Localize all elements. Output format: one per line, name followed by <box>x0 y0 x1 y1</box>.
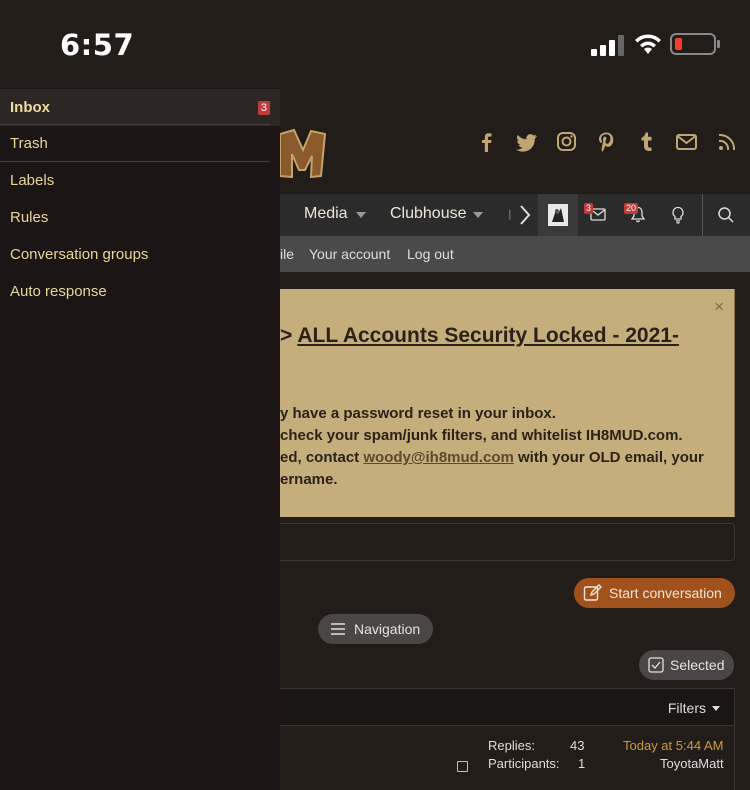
rss-icon[interactable] <box>714 130 750 154</box>
notice-line: check your spam/junk filters, and whitel… <box>280 427 683 444</box>
drawer-item-conversation-groups[interactable]: Conversation groups <box>0 236 280 273</box>
notice-line: ername. <box>280 471 338 488</box>
last-message-user[interactable]: ToyotaMatt <box>660 756 724 771</box>
pinterest-icon[interactable] <box>594 130 634 154</box>
social-links <box>474 130 750 154</box>
page: 6:57 Media Clubhouse 3 20 ile Your accou… <box>0 0 750 790</box>
battery-icon <box>670 33 720 55</box>
drawer-item-rules[interactable]: Rules <box>0 199 280 236</box>
instagram-icon[interactable] <box>554 130 594 154</box>
facebook-icon[interactable] <box>474 130 514 154</box>
conversations-drawer: Inbox 3 Trash Labels Rules Conversation … <box>0 88 280 790</box>
nav-media[interactable]: Media <box>304 205 348 223</box>
selected-label: Selected <box>670 657 725 673</box>
tumblr-icon[interactable] <box>634 130 674 154</box>
subnav-your-account[interactable]: Your account <box>309 246 390 262</box>
start-conversation-label: Start conversation <box>609 585 722 601</box>
replies-value: 43 <box>570 738 585 753</box>
last-message-date[interactable]: Today at 5:44 AM <box>623 738 723 753</box>
inbox-count-badge: 3 <box>257 101 270 115</box>
menu-icon <box>331 623 345 635</box>
close-icon[interactable]: × <box>714 297 724 317</box>
filters-button[interactable]: Filters <box>668 700 720 716</box>
drawer-item-auto-response[interactable]: Auto response <box>0 273 280 310</box>
search-icon <box>718 207 734 223</box>
notice-line: y have a password reset in your inbox. <box>280 405 556 422</box>
participants-value: 1 <box>578 756 586 771</box>
drawer-item-label: Rules <box>10 209 49 226</box>
navigation-button[interactable]: Navigation <box>318 614 433 644</box>
whats-new-button[interactable] <box>658 194 698 236</box>
selected-button[interactable]: Selected <box>639 650 734 680</box>
conversation-list-header: Filters <box>280 688 735 726</box>
drawer-item-labels[interactable]: Labels <box>0 162 280 199</box>
lightbulb-icon <box>672 206 684 224</box>
navigation-label: Navigation <box>354 621 421 637</box>
start-conversation-button[interactable]: Start conversation <box>574 578 735 608</box>
chevron-right-icon[interactable] <box>518 204 532 226</box>
notice-line-text: with your OLD email, your <box>518 449 704 466</box>
status-time: 6:57 <box>60 28 135 62</box>
drawer-item-label: Labels <box>10 172 55 189</box>
wifi-icon <box>635 34 661 54</box>
drawer-item-label: Auto response <box>10 283 107 300</box>
drawer-item-label: Conversation groups <box>10 246 149 263</box>
security-notice: × > ALL Accounts Security Locked - 2021-… <box>280 289 735 517</box>
search-filter-bar[interactable] <box>280 523 735 561</box>
row-select-checkbox[interactable] <box>457 761 468 772</box>
replies-label: Replies: <box>488 738 535 753</box>
drawer-item-label: Inbox <box>10 99 50 116</box>
compose-icon <box>583 584 602 601</box>
search-button[interactable] <box>705 194 745 236</box>
status-bar: 6:57 <box>0 0 750 88</box>
subnav-log-out[interactable]: Log out <box>407 246 454 262</box>
checkbox-icon <box>648 657 664 673</box>
drawer-item-trash[interactable]: Trash <box>0 125 280 162</box>
notice-line: ed, contact woody@ih8mud.com with your O… <box>280 449 704 466</box>
conversations-button[interactable]: 3 <box>578 194 618 236</box>
chevron-down-icon[interactable] <box>473 212 483 218</box>
notice-title: > ALL Accounts Security Locked - 2021- <box>280 324 679 348</box>
participants-label: Participants: <box>488 756 560 771</box>
notice-line-text: ed, contact <box>280 449 360 466</box>
drawer-item-inbox[interactable]: Inbox 3 <box>0 89 280 126</box>
account-subnav: ile Your account Log out <box>280 236 750 272</box>
user-avatar[interactable] <box>538 194 578 236</box>
drawer-item-label: Trash <box>10 135 48 152</box>
cellular-signal-icon <box>591 35 624 56</box>
subnav-profile[interactable]: ile <box>280 246 294 262</box>
alerts-button[interactable]: 20 <box>618 194 658 236</box>
nav-divider <box>509 210 511 220</box>
caret-down-icon <box>712 705 720 711</box>
main-navbar: Media Clubhouse 3 20 <box>280 194 750 236</box>
nav-clubhouse[interactable]: Clubhouse <box>390 205 467 223</box>
filters-label: Filters <box>667 700 706 716</box>
conversation-row[interactable]: Replies: 43 Participants: 1 Today at 5:4… <box>280 726 735 790</box>
chevron-down-icon[interactable] <box>356 212 366 218</box>
notice-title-link[interactable]: ALL Accounts Security Locked - 2021- <box>297 324 679 347</box>
site-logo[interactable] <box>280 128 326 178</box>
twitter-icon[interactable] <box>514 130 554 154</box>
nav-divider <box>702 194 703 236</box>
notice-email-link[interactable]: woody@ih8mud.com <box>363 449 513 466</box>
notice-title-prefix: > <box>280 324 293 347</box>
email-icon[interactable] <box>674 130 714 154</box>
conversations-badge: 3 <box>584 203 594 214</box>
alerts-badge: 20 <box>624 203 639 214</box>
